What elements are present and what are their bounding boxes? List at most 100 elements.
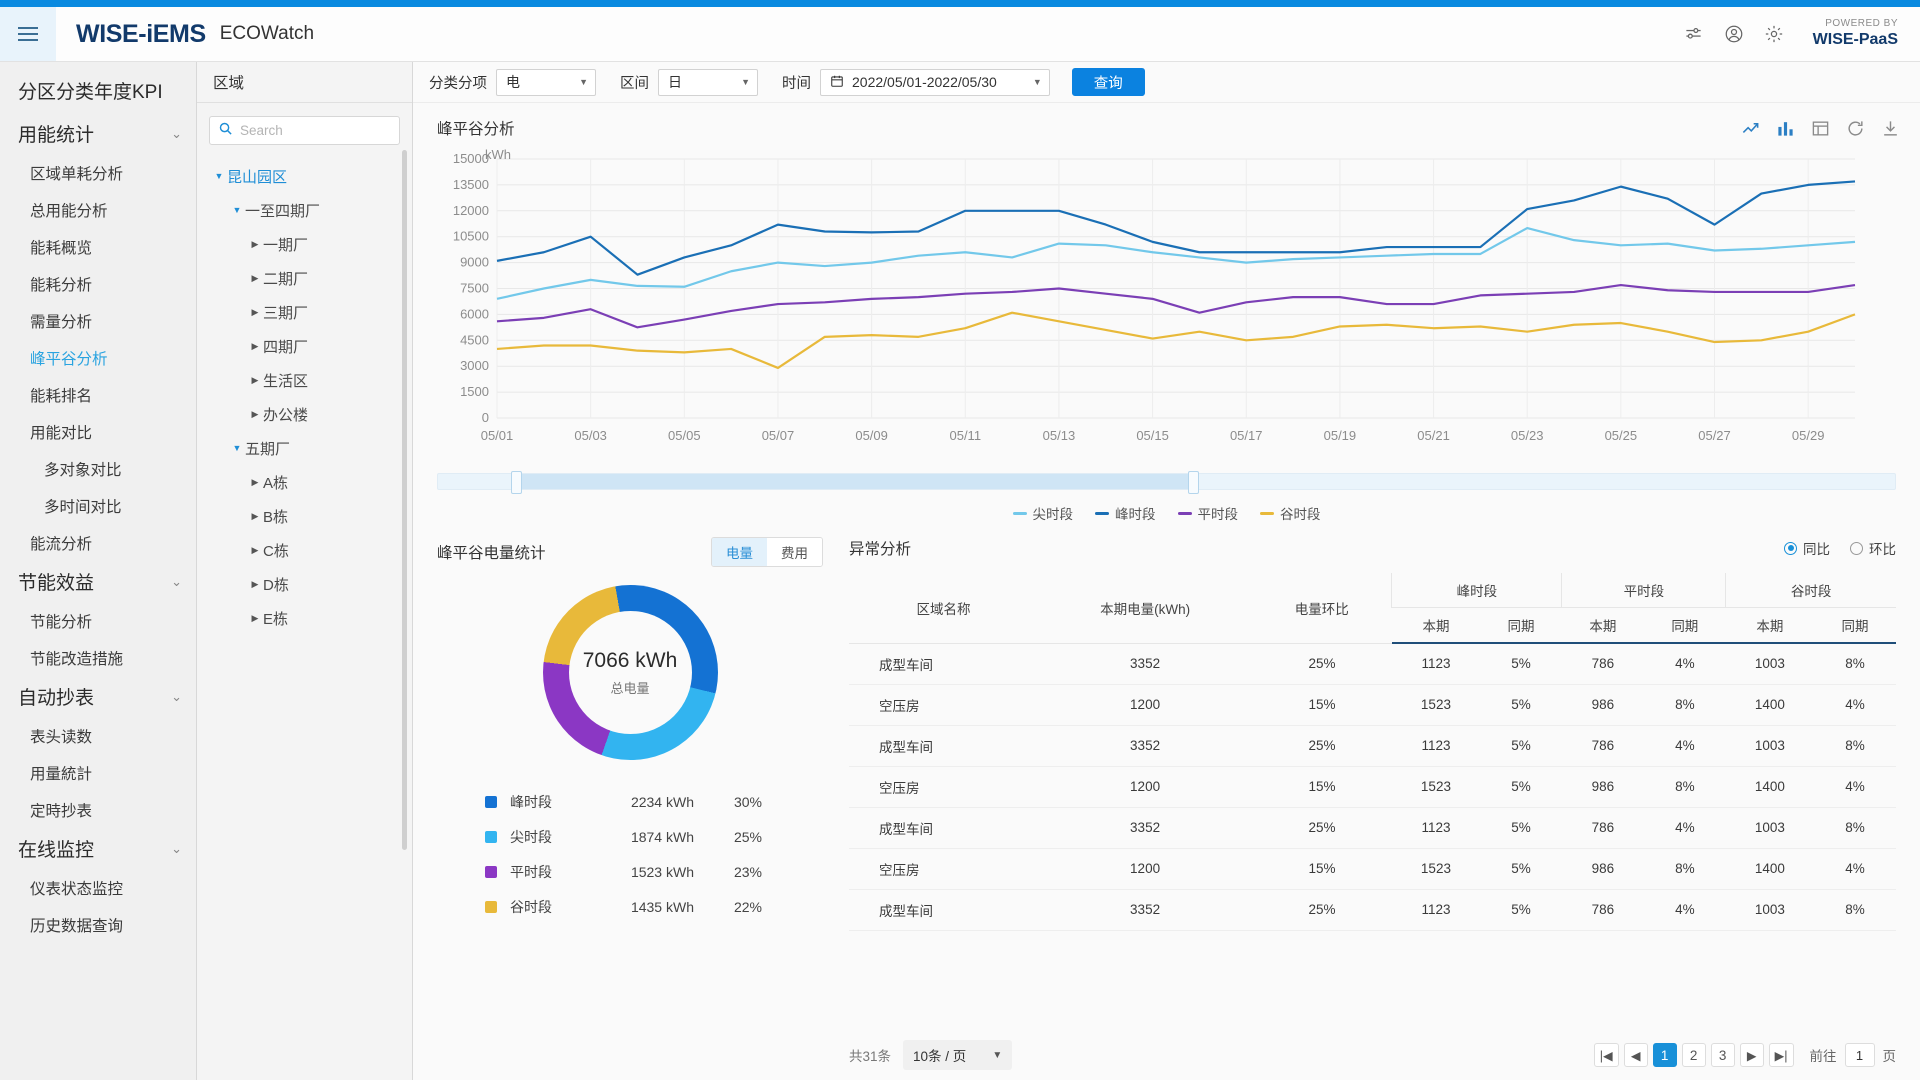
- tree-node-五期厂[interactable]: ▼五期厂: [197, 431, 412, 465]
- table-icon[interactable]: [1811, 119, 1830, 138]
- caret-right-icon[interactable]: ▶: [247, 239, 263, 250]
- zoom-handle-left[interactable]: [511, 471, 522, 494]
- tree-node-A栋[interactable]: ▶A栋: [197, 465, 412, 499]
- chart-zoom-slider[interactable]: [437, 473, 1896, 490]
- table-row[interactable]: 空压房120015%15235%9868%14004%: [849, 848, 1896, 889]
- caret-right-icon[interactable]: ▶: [247, 511, 263, 522]
- sidebar-item-总用能分析[interactable]: 总用能分析: [0, 191, 196, 228]
- sidebar-group-用能统计[interactable]: 用能统计⌄: [0, 113, 196, 154]
- tree-node-C栋[interactable]: ▶C栋: [197, 533, 412, 567]
- caret-right-icon[interactable]: ▶: [247, 409, 263, 420]
- donut-legend-item-平时段[interactable]: 平时段1523 kWh23%: [485, 854, 823, 889]
- caret-down-icon[interactable]: ▼: [211, 171, 227, 181]
- tree-scrollbar[interactable]: [402, 150, 407, 850]
- sidebar-item-用量統計[interactable]: 用量統計: [0, 754, 196, 791]
- sidebar-item-区域单耗分析[interactable]: 区域单耗分析: [0, 154, 196, 191]
- pie-tab-费用[interactable]: 费用: [767, 538, 822, 566]
- page-button-1[interactable]: 1: [1653, 1043, 1677, 1067]
- tree-node-一期厂[interactable]: ▶一期厂: [197, 227, 412, 261]
- last-page-button[interactable]: ▶|: [1769, 1043, 1794, 1067]
- donut-legend-item-尖时段[interactable]: 尖时段1874 kWh25%: [485, 819, 823, 854]
- page-button-2[interactable]: 2: [1682, 1043, 1706, 1067]
- page-size-select[interactable]: 10条 / 页 ▼: [903, 1040, 1012, 1070]
- tree-node-E栋[interactable]: ▶E栋: [197, 601, 412, 635]
- table-row[interactable]: 成型车间335225%11235%7864%10038%: [849, 807, 1896, 848]
- pie-tab-电量[interactable]: 电量: [712, 538, 767, 566]
- tree-node-二期厂[interactable]: ▶二期厂: [197, 261, 412, 295]
- caret-right-icon[interactable]: ▶: [247, 341, 263, 352]
- sidebar-item-能耗分析[interactable]: 能耗分析: [0, 265, 196, 302]
- donut-chart[interactable]: 7066 kWh 总电量: [543, 585, 718, 760]
- sidebar-group-在线监控[interactable]: 在线监控⌄: [0, 828, 196, 869]
- bar-chart-icon[interactable]: [1776, 119, 1795, 138]
- sidebar-group-自动抄表[interactable]: 自动抄表⌄: [0, 676, 196, 717]
- legend-item-峰时段[interactable]: 峰时段: [1095, 503, 1156, 523]
- tree-node-B栋[interactable]: ▶B栋: [197, 499, 412, 533]
- tree-node-四期厂[interactable]: ▶四期厂: [197, 329, 412, 363]
- sidebar-item-能流分析[interactable]: 能流分析: [0, 524, 196, 561]
- donut-legend-item-谷时段[interactable]: 谷时段1435 kWh22%: [485, 889, 823, 924]
- date-range-picker[interactable]: 2022/05/01-2022/05/30 ▼: [820, 69, 1050, 96]
- caret-right-icon[interactable]: ▶: [247, 613, 263, 624]
- sidebar-item-多对象对比[interactable]: 多对象对比: [0, 450, 196, 487]
- category-select[interactable]: 电 ▼: [496, 69, 596, 96]
- caret-down-icon[interactable]: ▼: [229, 443, 245, 453]
- gear-icon[interactable]: [1757, 17, 1791, 51]
- tree-node-三期厂[interactable]: ▶三期厂: [197, 295, 412, 329]
- donut-legend-item-峰时段[interactable]: 峰时段2234 kWh30%: [485, 784, 823, 819]
- legend-item-谷时段[interactable]: 谷时段: [1260, 503, 1321, 523]
- legend-item-尖时段[interactable]: 尖时段: [1013, 503, 1074, 523]
- sidebar-item-峰平谷分析[interactable]: 峰平谷分析: [0, 339, 196, 376]
- refresh-icon[interactable]: [1846, 119, 1865, 138]
- interval-select[interactable]: 日 ▼: [658, 69, 758, 96]
- caret-right-icon[interactable]: ▶: [247, 579, 263, 590]
- sidebar-item-能耗概览[interactable]: 能耗概览: [0, 228, 196, 265]
- hamburger-icon[interactable]: [0, 7, 56, 61]
- sidebar-item-用能对比[interactable]: 用能对比: [0, 413, 196, 450]
- sliders-icon[interactable]: [1677, 17, 1711, 51]
- sidebar-item-需量分析[interactable]: 需量分析: [0, 302, 196, 339]
- caret-right-icon[interactable]: ▶: [247, 477, 263, 488]
- sidebar-item-多时间对比[interactable]: 多时间对比: [0, 487, 196, 524]
- user-circle-icon[interactable]: [1717, 17, 1751, 51]
- tree-search-input[interactable]: [240, 123, 391, 138]
- sidebar-item-仪表状态监控[interactable]: 仪表状态监控: [0, 869, 196, 906]
- caret-right-icon[interactable]: ▶: [247, 545, 263, 556]
- trend-icon[interactable]: [1741, 119, 1760, 138]
- tree-search-box[interactable]: [209, 116, 400, 145]
- radio-同比[interactable]: 同比: [1784, 538, 1830, 558]
- first-page-button[interactable]: |◀: [1594, 1043, 1619, 1067]
- sidebar-item-节能分析[interactable]: 节能分析: [0, 602, 196, 639]
- tree-node-办公楼[interactable]: ▶办公楼: [197, 397, 412, 431]
- table-row[interactable]: 空压房120015%15235%9868%14004%: [849, 766, 1896, 807]
- tree-node-一至四期厂[interactable]: ▼一至四期厂: [197, 193, 412, 227]
- sidebar-item-能耗排名[interactable]: 能耗排名: [0, 376, 196, 413]
- tree-node-昆山园区[interactable]: ▼昆山园区: [197, 159, 412, 193]
- sidebar-item-表头读数[interactable]: 表头读数: [0, 717, 196, 754]
- page-button-3[interactable]: 3: [1711, 1043, 1735, 1067]
- zoom-handle-right[interactable]: [1188, 471, 1199, 494]
- goto-page-input[interactable]: [1845, 1043, 1875, 1067]
- radio-环比[interactable]: 环比: [1850, 538, 1896, 558]
- table-row[interactable]: 成型车间335225%11235%7864%10038%: [849, 725, 1896, 766]
- sidebar-group-节能效益[interactable]: 节能效益⌄: [0, 561, 196, 602]
- next-page-button[interactable]: ▶: [1740, 1043, 1764, 1067]
- sidebar-item-annual-kpi[interactable]: 分区分类年度KPI: [0, 68, 196, 113]
- table-row[interactable]: 成型车间335225%11235%7864%10038%: [849, 643, 1896, 684]
- table-row[interactable]: 成型车间335225%11235%7864%10038%: [849, 889, 1896, 930]
- download-icon[interactable]: [1881, 119, 1900, 138]
- query-button[interactable]: 查询: [1072, 68, 1145, 96]
- tree-node-生活区[interactable]: ▶生活区: [197, 363, 412, 397]
- sidebar-item-定時抄表[interactable]: 定時抄表: [0, 791, 196, 828]
- legend-item-平时段[interactable]: 平时段: [1178, 503, 1239, 523]
- sidebar-item-历史数据查询[interactable]: 历史数据查询: [0, 906, 196, 943]
- tree-node-D栋[interactable]: ▶D栋: [197, 567, 412, 601]
- caret-right-icon[interactable]: ▶: [247, 307, 263, 318]
- caret-down-icon[interactable]: ▼: [229, 205, 245, 215]
- sidebar-item-节能改造措施[interactable]: 节能改造措施: [0, 639, 196, 676]
- caret-right-icon[interactable]: ▶: [247, 375, 263, 386]
- prev-page-button[interactable]: ◀: [1624, 1043, 1648, 1067]
- line-chart-svg[interactable]: 0150030004500600075009000105001200013500…: [437, 145, 1877, 460]
- caret-right-icon[interactable]: ▶: [247, 273, 263, 284]
- table-row[interactable]: 空压房120015%15235%9868%14004%: [849, 684, 1896, 725]
